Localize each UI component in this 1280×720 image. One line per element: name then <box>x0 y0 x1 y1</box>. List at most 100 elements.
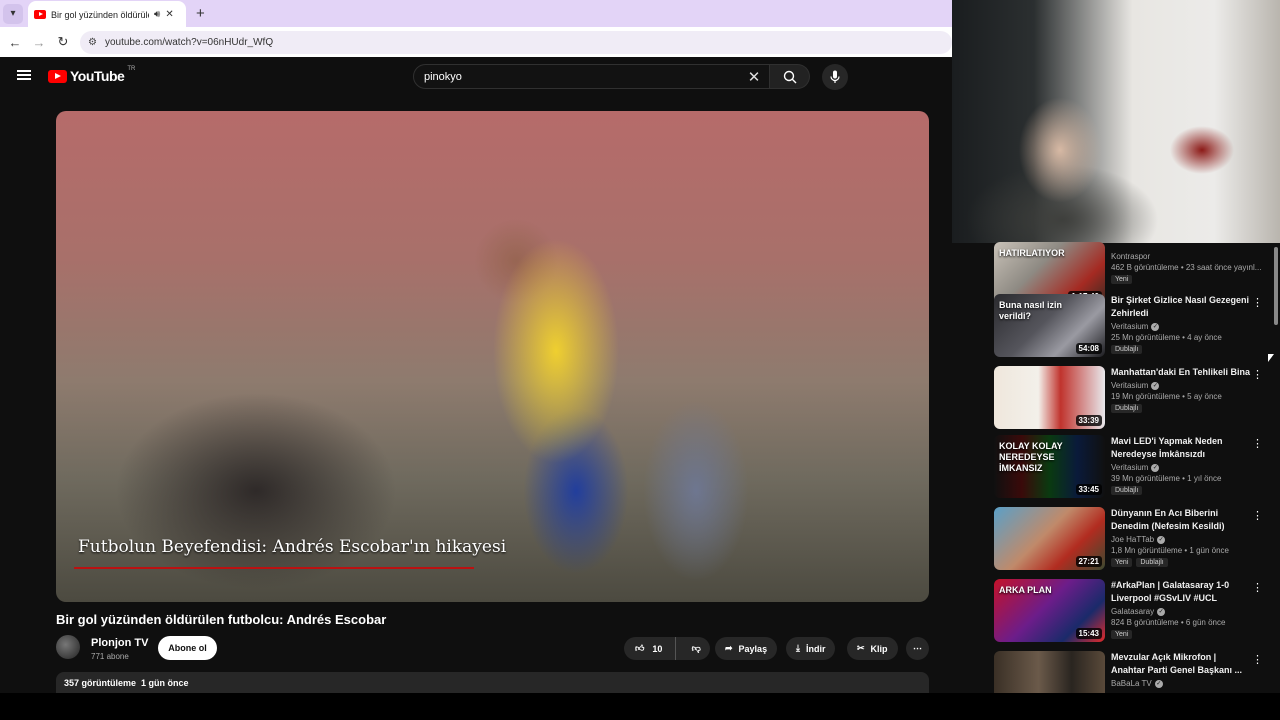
recommendation-thumbnail[interactable]: 33:39 <box>994 366 1105 429</box>
search-icon <box>783 70 796 83</box>
tab-search-button[interactable]: ▾ <box>3 3 23 24</box>
youtube-logo[interactable]: YouTube TR <box>48 66 136 84</box>
view-count: 357 görüntüleme <box>64 677 137 688</box>
recommendation-item[interactable]: 33:39 Manhattan'daki En Tehlikeli Bina Ver… <box>994 366 1264 430</box>
download-button[interactable]: ⤓ İndir <box>786 637 836 660</box>
recommendation-thumbnail[interactable]: KOLAY KOLAY NEREDEYSE İMKANSIZ 33:45 <box>994 435 1105 498</box>
recommendation-title[interactable]: Dünyanın En Acı Biberini Denedim (Nefesi… <box>1111 507 1251 533</box>
channel-name: Kontraspor <box>1111 252 1151 261</box>
region-code: TR <box>127 66 136 72</box>
back-button[interactable]: ← <box>8 35 22 50</box>
scrollbar-thumb[interactable] <box>1274 247 1278 325</box>
youtube-favicon-icon <box>34 10 46 19</box>
recommendation-channel[interactable]: Veritasium ✓ <box>1111 322 1251 331</box>
webcam-overlay <box>952 0 1280 243</box>
menu-icon[interactable] <box>17 70 31 80</box>
more-options-icon[interactable]: ⋮ <box>1252 437 1263 450</box>
recommendation-channel[interactable]: Veritasium ✓ <box>1111 381 1251 390</box>
thumbnail-text: ARKA PLAN <box>999 585 1052 595</box>
more-actions-button[interactable]: ⋯ <box>906 637 929 660</box>
subscribe-button[interactable]: Abone ol <box>158 636 217 660</box>
thumbs-up-icon: 👍︎ <box>635 643 645 653</box>
search-button[interactable] <box>770 64 810 89</box>
recommendation-title[interactable]: Mavi LED'i Yapmak Neden Neredeyse İmkâns… <box>1111 435 1251 461</box>
recommendation-badge: Yeni <box>1111 630 1133 639</box>
scrollbar[interactable] <box>1272 243 1280 693</box>
youtube-page: YouTube TR pinokyo ✕ Futbolun Beyefendis… <box>0 57 952 693</box>
recommendation-title[interactable]: Bir Şirket Gizlice Nasıl Gezegeni Zehirl… <box>1111 294 1251 320</box>
download-icon: ⤓ <box>796 643 800 653</box>
description-box[interactable]: 357 görüntüleme 1 gün önce <box>56 672 929 693</box>
recommendation-badge: Yeni <box>1111 275 1133 284</box>
recommendation-channel[interactable]: Galatasaray ✓ <box>1111 607 1251 616</box>
recommendation-badge: Dublajlı <box>1111 345 1143 354</box>
site-info-icon[interactable]: ⚙︎ <box>88 37 97 48</box>
recommendation-meta: #ArkaPlan | Galatasaray 1-0 Liverpool #G… <box>1111 579 1251 639</box>
recommendation-item[interactable]: Buna nasıl izin verildi? 54:08 Bir Şirket … <box>994 294 1264 358</box>
search-input[interactable]: pinokyo ✕ <box>413 64 770 89</box>
forward-button[interactable]: → <box>32 35 46 50</box>
video-duration: 54:08 <box>1075 343 1102 354</box>
video-player[interactable]: Futbolun Beyefendisi: Andrés Escobar'ın … <box>56 111 929 602</box>
channel-name[interactable]: Plonjon TV <box>91 637 148 649</box>
search-value: pinokyo <box>424 70 462 83</box>
verified-icon: ✓ <box>1151 381 1160 390</box>
recommendation-thumbnail[interactable]: 27:21 <box>994 507 1105 570</box>
publish-date: 1 gün önce <box>141 677 189 688</box>
recommendation-item[interactable]: ARKA PLAN 15:43 #ArkaPlan | Galatasaray 1-… <box>994 579 1264 643</box>
verified-icon: ✓ <box>1151 322 1160 331</box>
recommendation-badge: Yeni <box>1111 558 1133 567</box>
recommendation-item[interactable]: 27:21 Dünyanın En Acı Biberini Denedim (N… <box>994 507 1264 571</box>
video-duration: 33:45 <box>1075 484 1102 495</box>
more-options-icon[interactable]: ⋮ <box>1252 368 1263 381</box>
caption-underline <box>74 567 474 569</box>
recommendation-title[interactable]: #ArkaPlan | Galatasaray 1-0 Liverpool #G… <box>1111 579 1251 605</box>
close-tab-icon[interactable]: ✕ <box>165 9 173 20</box>
microphone-icon <box>830 70 840 83</box>
recommendation-channel[interactable]: Joe HaTTab ✓ <box>1111 535 1251 544</box>
tab-title: Bir gol yüzünden öldürülen <box>51 9 149 20</box>
clear-search-icon[interactable]: ✕ <box>743 68 765 86</box>
more-options-icon[interactable]: ⋮ <box>1252 653 1263 666</box>
recommendation-thumbnail[interactable]: ARKA PLAN 15:43 <box>994 579 1105 642</box>
like-count: 10 <box>652 643 663 654</box>
dislike-button[interactable]: 👎︎ <box>682 643 710 654</box>
recommendation-meta: Dünyanın En Acı Biberini Denedim (Nefesi… <box>1111 507 1251 567</box>
more-options-icon[interactable]: ⋮ <box>1252 509 1263 522</box>
badge-row: Yeni <box>1111 630 1251 639</box>
channel-avatar[interactable] <box>56 635 80 659</box>
more-options-icon[interactable]: ⋮ <box>1252 296 1263 309</box>
reload-button[interactable]: ↻ <box>56 34 70 50</box>
url-field[interactable]: ⚙︎ youtube.com/watch?v=06nHUdr_WfQ <box>80 30 952 54</box>
recommendation-channel[interactable]: Kontraspor <box>1111 252 1251 261</box>
like-button[interactable]: 👍︎ 10 <box>624 637 677 660</box>
recommendation-meta: Manhattan'daki En Tehlikeli Bina Veritasi… <box>1111 366 1251 413</box>
voice-search-button[interactable] <box>822 64 848 90</box>
video-duration: 15:43 <box>1075 628 1102 639</box>
recommendation-title[interactable]: Mevzular Açık Mikrofon | Anahtar Parti G… <box>1111 651 1251 677</box>
recommendation-item[interactable]: KOLAY KOLAY NEREDEYSE İMKANSIZ 33:45 Mavi … <box>994 435 1264 499</box>
browser-tab[interactable]: Bir gol yüzünden öldürülen 🔊︎ ✕ <box>28 1 186 28</box>
recommendation-meta: Mevzular Açık Mikrofon | Anahtar Parti G… <box>1111 651 1251 688</box>
recommendation-stats: 39 Mn görüntüleme • 1 yıl önce <box>1111 474 1222 483</box>
recommendation-channel[interactable]: Veritasium ✓ <box>1111 463 1251 472</box>
recommendation-title[interactable]: Manhattan'daki En Tehlikeli Bina <box>1111 366 1251 379</box>
channel-name: Galatasaray <box>1111 607 1155 616</box>
audio-playing-icon[interactable]: 🔊︎ <box>154 9 160 20</box>
badge-row: Dublajlı <box>1111 404 1251 413</box>
video-caption-overlay: Futbolun Beyefendisi: Andrés Escobar'ın … <box>78 537 507 557</box>
thumbnail-text: HATIRLATIYOR <box>999 248 1065 258</box>
new-tab-button[interactable]: + <box>196 5 205 22</box>
youtube-header: YouTube TR pinokyo ✕ <box>0 57 952 95</box>
share-label: Paylaş <box>738 643 768 654</box>
recommendation-stats: 462 B görüntüleme • 23 saat önce yayınl.… <box>1111 263 1262 272</box>
recommendation-channel[interactable]: BaBaLa TV ✓ <box>1111 679 1251 688</box>
video-duration: 27:21 <box>1075 556 1102 567</box>
video-duration: 33:39 <box>1075 415 1102 426</box>
more-options-icon[interactable]: ⋮ <box>1252 581 1263 594</box>
youtube-play-icon <box>48 69 67 83</box>
share-button[interactable]: ➦ Paylaş <box>715 637 778 660</box>
clip-button[interactable]: ✂ Klip <box>847 637 898 660</box>
channel-name: Joe HaTTab <box>1111 535 1155 544</box>
recommendation-thumbnail[interactable]: Buna nasıl izin verildi? 54:08 <box>994 294 1105 357</box>
